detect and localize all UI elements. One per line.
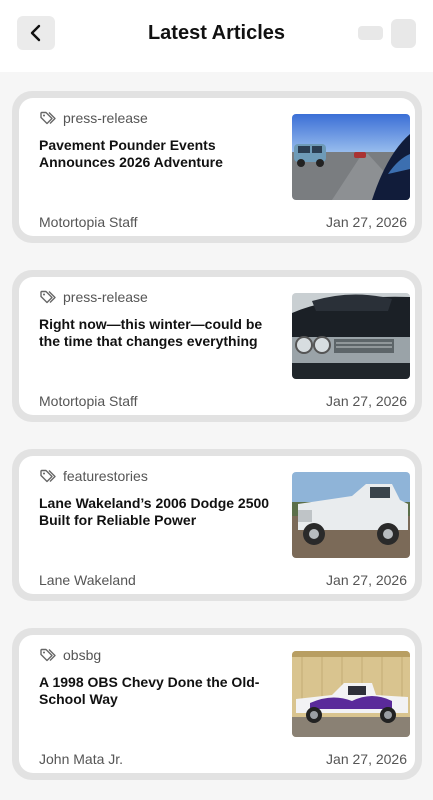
article-card[interactable]: obsbg A 1998 OBS Chevy Done the Old-Scho… [12,628,422,780]
article-author: Motortopia Staff [39,393,138,409]
article-tag-label: press-release [63,289,148,305]
article-date: Jan 27, 2026 [326,572,407,588]
article-card[interactable]: press-release Right now—this winter—coul… [12,270,422,422]
header-placeholder-square [391,19,416,48]
article-title[interactable]: A 1998 OBS Chevy Done the Old-School Way [39,674,284,708]
article-thumbnail[interactable] [292,293,410,379]
article-card-body: press-release Right now—this winter—coul… [19,277,415,415]
article-title[interactable]: Pavement Pounder Events Announces 2026 A… [39,137,284,171]
blue-pickup-image [292,114,410,200]
article-author: Motortopia Staff [39,214,138,230]
article-date: Jan 27, 2026 [326,393,407,409]
article-title[interactable]: Right now—this winter—could be the time … [39,316,284,350]
article-tag-label: press-release [63,110,148,126]
white-dodge-image [292,472,410,558]
tag-icon [40,290,56,304]
article-tag-label: featurestories [63,468,148,484]
article-tag: press-release [40,109,148,127]
article-date: Jan 27, 2026 [326,214,407,230]
article-thumbnail[interactable] [292,114,410,200]
article-tag: obsbg [40,646,101,664]
article-author: John Mata Jr. [39,751,124,767]
purple-chevy-image [292,651,410,737]
article-card-body: press-release Pavement Pounder Events An… [19,98,415,236]
article-thumbnail[interactable] [292,651,410,737]
article-card[interactable]: press-release Pavement Pounder Events An… [12,91,422,243]
article-author: Lane Wakeland [39,572,136,588]
app-header: Latest Articles [0,0,433,72]
article-thumbnail[interactable] [292,472,410,558]
article-tag-label: obsbg [63,647,102,663]
article-tag: press-release [40,288,148,306]
article-card-body: featurestories Lane Wakeland’s 2006 Dodg… [19,456,415,594]
tag-icon [40,469,56,483]
covered-car-image [292,293,410,379]
article-tag: featurestories [40,467,148,485]
tag-icon [40,648,56,662]
header-placeholder-small [358,26,383,40]
article-title[interactable]: Lane Wakeland’s 2006 Dodge 2500 Built fo… [39,495,284,529]
tag-icon [40,111,56,125]
article-card-body: obsbg A 1998 OBS Chevy Done the Old-Scho… [19,635,415,773]
article-card[interactable]: featurestories Lane Wakeland’s 2006 Dodg… [12,449,422,601]
article-date: Jan 27, 2026 [326,751,407,767]
